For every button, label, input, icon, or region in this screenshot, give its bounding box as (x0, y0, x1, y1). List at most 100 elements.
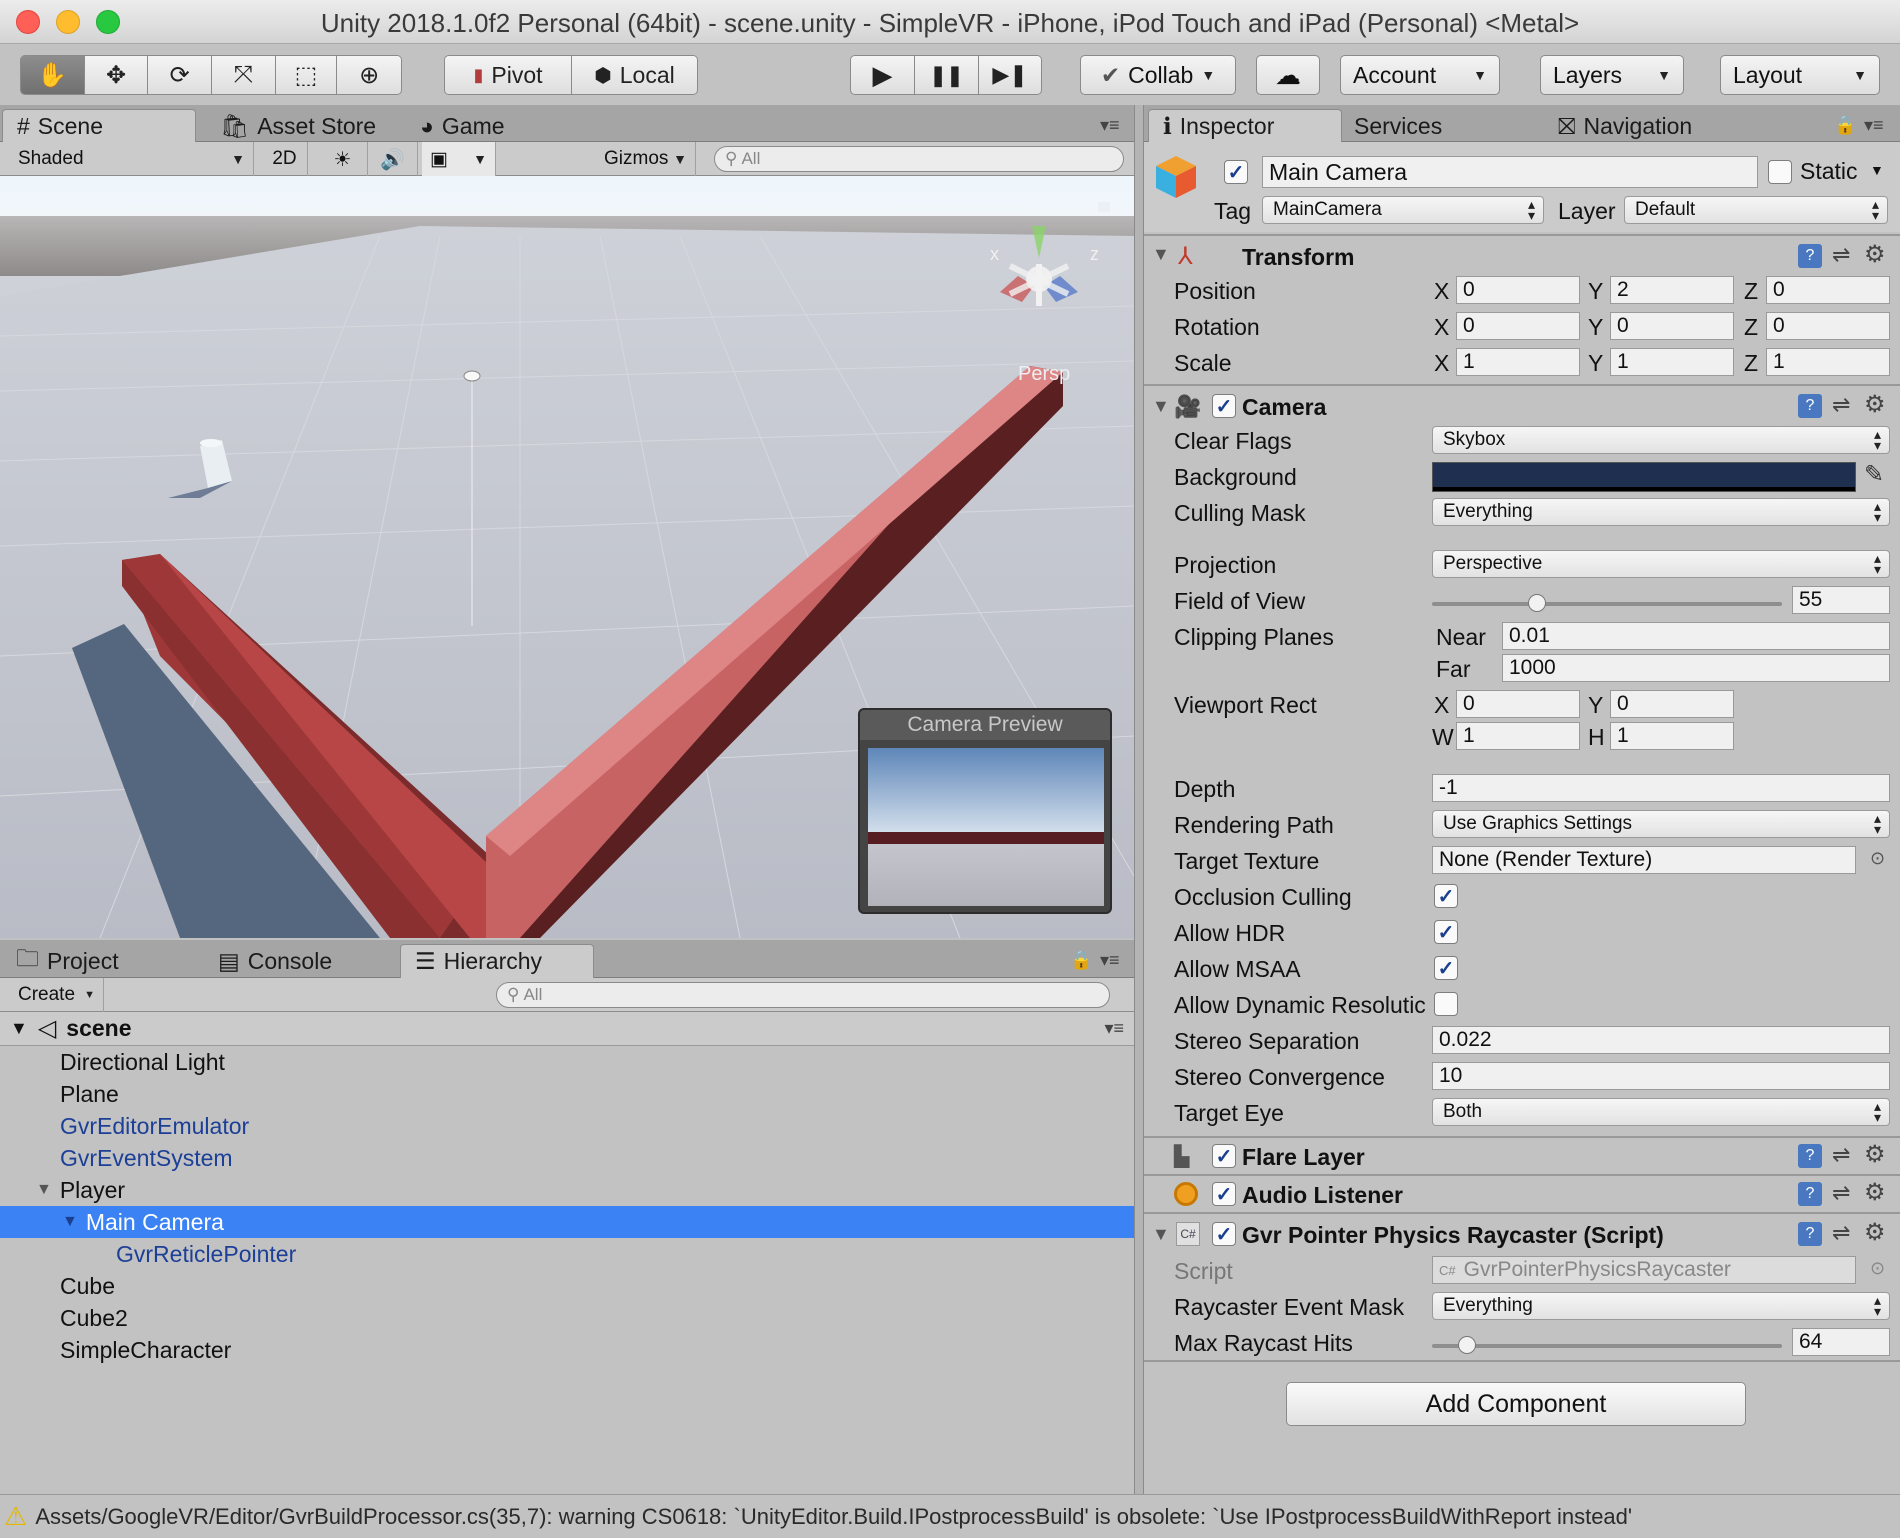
position-z-field[interactable]: 0 (1766, 276, 1890, 304)
rotation-x-field[interactable]: 0 (1456, 312, 1580, 340)
move-tool-button[interactable]: ✥ (84, 56, 149, 94)
help-icon[interactable]: ? (1798, 1144, 1822, 1168)
expand-triangle-icon[interactable]: ▼ (62, 1213, 78, 1231)
far-field[interactable]: 1000 (1502, 654, 1890, 682)
tab-services[interactable]: Services (1340, 109, 1540, 143)
hierarchy-item-cube2[interactable]: Cube2 (0, 1302, 1134, 1334)
layout-dropdown[interactable]: Layout ▼ (1720, 55, 1880, 95)
help-icon[interactable]: ? (1798, 244, 1822, 268)
panel-menu-icon[interactable]: ▾≡ (1864, 115, 1884, 136)
layer-dropdown[interactable]: Default ▴ ▾ (1624, 196, 1888, 224)
rotate-tool-button[interactable]: ⟳ (148, 56, 213, 94)
effects-dropdown[interactable]: ▣ ▼ (422, 142, 496, 176)
hierarchy-item-gvreditoremulator[interactable]: GvrEditorEmulator (0, 1110, 1134, 1142)
panel-menu-icon[interactable]: ▾≡ (1100, 950, 1120, 971)
object-picker-icon[interactable]: ⊙ (1870, 848, 1885, 869)
scale-z-field[interactable]: 1 (1766, 348, 1890, 376)
stereo-convergence-field[interactable]: 10 (1432, 1062, 1890, 1090)
flare-layer-checkbox[interactable]: ✓ (1212, 1144, 1236, 1168)
tab-hierarchy[interactable]: ☰ Hierarchy (400, 944, 594, 978)
hierarchy-search-input[interactable]: ⚲ All (496, 982, 1110, 1008)
fov-field[interactable]: 55 (1792, 586, 1890, 614)
collapse-triangle-icon[interactable]: ▼ (1152, 396, 1170, 417)
allow-hdr-checkbox[interactable]: ✓ (1434, 920, 1458, 944)
gear-icon[interactable]: ⚙ (1864, 1140, 1886, 1169)
max-hits-slider-track[interactable] (1432, 1344, 1782, 1348)
2d-toggle[interactable]: 2D (262, 142, 308, 176)
preset-icon[interactable]: ⇌ (1832, 1220, 1850, 1246)
max-hits-field[interactable]: 64 (1792, 1328, 1890, 1356)
clear-flags-dropdown[interactable]: Skybox ▴ ▾ (1432, 426, 1890, 454)
layers-dropdown[interactable]: Layers ▼ (1540, 55, 1684, 95)
help-icon[interactable]: ? (1798, 1222, 1822, 1246)
hierarchy-item-cube[interactable]: Cube (0, 1270, 1134, 1302)
allow-dynamic-resolution-checkbox[interactable] (1434, 992, 1458, 1016)
static-dropdown-arrow[interactable]: ▼ (1870, 162, 1884, 178)
lighting-toggle[interactable]: ☀ (318, 142, 368, 176)
hierarchy-item-player[interactable]: ▼ Player (0, 1174, 1134, 1206)
preset-icon[interactable]: ⇌ (1832, 242, 1850, 268)
tab-console[interactable]: ▤ Console (204, 944, 394, 978)
audio-listener-checkbox[interactable]: ✓ (1212, 1182, 1236, 1206)
step-button[interactable]: ▶❚ (979, 56, 1041, 94)
local-button[interactable]: ⬢ Local (572, 56, 697, 94)
viewport-x-field[interactable]: 0 (1456, 690, 1580, 718)
panel-menu-icon[interactable]: ▾≡ (1100, 115, 1120, 136)
lock-icon[interactable]: 🔒 (1834, 115, 1856, 136)
target-eye-dropdown[interactable]: Both ▴ ▾ (1432, 1098, 1890, 1126)
rect-tool-button[interactable]: ⬚ (275, 56, 338, 94)
expand-triangle-icon[interactable]: ▼ (36, 1181, 52, 1199)
expand-triangle-icon[interactable]: ▼ (10, 1018, 28, 1039)
gizmos-dropdown[interactable]: Gizmos ▼ (596, 142, 696, 176)
hierarchy-item-simplecharacter[interactable]: SimpleCharacter (0, 1334, 1134, 1366)
active-checkbox[interactable]: ✓ (1224, 160, 1248, 184)
projection-dropdown[interactable]: Perspective ▴ ▾ (1432, 550, 1890, 578)
help-icon[interactable]: ? (1798, 1182, 1822, 1206)
pivot-button[interactable]: ▮ Pivot (445, 56, 572, 94)
background-color-field[interactable] (1432, 462, 1856, 492)
status-bar[interactable]: ⚠ Assets/GoogleVR/Editor/GvrBuildProcess… (0, 1494, 1900, 1538)
viewport-w-field[interactable]: 1 (1456, 722, 1580, 750)
scene-root-row[interactable]: ▼ ◁ scene ▾≡ (0, 1012, 1134, 1046)
audio-toggle[interactable]: 🔊 (368, 142, 418, 176)
tab-asset-store[interactable]: 🛍 Asset Store (206, 109, 406, 143)
tab-navigation[interactable]: ⛝ Navigation (1544, 109, 1764, 143)
lock-icon[interactable]: 🔒 (1070, 950, 1092, 971)
depth-field[interactable]: -1 (1432, 774, 1890, 802)
allow-msaa-checkbox[interactable]: ✓ (1434, 956, 1458, 980)
scene-view[interactable]: x z Persp Camera Preview (0, 176, 1134, 938)
hierarchy-item-plane[interactable]: Plane (0, 1078, 1134, 1110)
collapse-triangle-icon[interactable]: ▼ (1152, 244, 1170, 265)
gear-icon[interactable]: ⚙ (1864, 390, 1886, 419)
tab-scene[interactable]: # Scene (2, 109, 196, 143)
hierarchy-item-directional-light[interactable]: Directional Light (0, 1046, 1134, 1078)
hierarchy-item-gvrreticlepointer[interactable]: GvrReticlePointer (0, 1238, 1134, 1270)
transform-tool-button[interactable]: ⊕ (337, 56, 401, 94)
hierarchy-item-main-camera[interactable]: ▼ Main Camera (0, 1206, 1134, 1238)
target-texture-field[interactable]: None (Render Texture) (1432, 846, 1856, 874)
position-y-field[interactable]: 2 (1610, 276, 1734, 304)
gear-icon[interactable]: ⚙ (1864, 240, 1886, 269)
near-field[interactable]: 0.01 (1502, 622, 1890, 650)
viewport-y-field[interactable]: 0 (1610, 690, 1734, 718)
play-button[interactable]: ▶ (851, 56, 915, 94)
scale-y-field[interactable]: 1 (1610, 348, 1734, 376)
scale-x-field[interactable]: 1 (1456, 348, 1580, 376)
help-icon[interactable]: ? (1798, 394, 1822, 418)
tab-project[interactable]: 🗀 Project (2, 944, 196, 978)
preset-icon[interactable]: ⇌ (1832, 1180, 1850, 1206)
max-hits-slider-knob[interactable] (1458, 1336, 1476, 1354)
camera-enabled-checkbox[interactable]: ✓ (1212, 394, 1236, 418)
scale-tool-button[interactable]: ⤧ (212, 56, 276, 94)
static-checkbox[interactable] (1768, 160, 1792, 184)
hand-tool-button[interactable]: ✋ (21, 56, 85, 94)
fov-slider-track[interactable] (1432, 602, 1782, 606)
shading-dropdown[interactable]: Shaded ▼ (10, 142, 254, 176)
rendering-path-dropdown[interactable]: Use Graphics Settings ▴ ▾ (1432, 810, 1890, 838)
culling-mask-dropdown[interactable]: Everything ▴ ▾ (1432, 498, 1890, 526)
stereo-separation-field[interactable]: 0.022 (1432, 1026, 1890, 1054)
occlusion-culling-checkbox[interactable]: ✓ (1434, 884, 1458, 908)
scene-menu-icon[interactable]: ▾≡ (1104, 1018, 1124, 1039)
event-mask-dropdown[interactable]: Everything ▴ ▾ (1432, 1292, 1890, 1320)
gear-icon[interactable]: ⚙ (1864, 1178, 1886, 1207)
